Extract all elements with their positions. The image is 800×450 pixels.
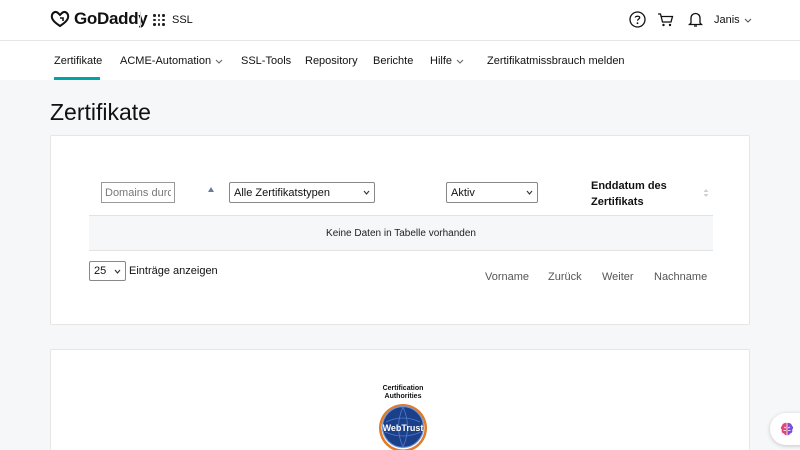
page-length-label: Einträge anzeigen (129, 265, 218, 277)
webtrust-seal-icon: WebTrust (379, 404, 427, 450)
tab-label: Hilfe (430, 55, 453, 67)
webtrust-badge[interactable]: Certification Authorities WebTrust (378, 385, 428, 450)
tab-acme-automation[interactable]: ACME-Automation (120, 55, 223, 67)
main-nav: Zertifikate ACME-Automation SSL-Tools Re… (0, 41, 800, 80)
tab-hilfe[interactable]: Hilfe (430, 55, 464, 67)
product-name[interactable]: SSL (172, 14, 193, 26)
empty-message: Keine Daten in Tabelle vorhanden (326, 227, 476, 239)
end-date-column-header[interactable]: Enddatum des Zertifikats (591, 178, 677, 210)
seal-text: WebTrust (383, 423, 424, 433)
tab-zertifikate[interactable]: Zertifikate (54, 55, 102, 67)
selected-value: Aktiv (451, 186, 475, 199)
tab-label: Zertifikatmissbrauch melden (487, 55, 625, 67)
chevron-down-icon (215, 59, 223, 64)
cart-icon[interactable] (657, 12, 674, 28)
header-divider (140, 12, 141, 28)
chevron-down-icon (363, 190, 370, 195)
pager-last[interactable]: Nachname (654, 271, 707, 283)
pager-previous[interactable]: Zurück (548, 271, 582, 283)
badge-line-2: Authorities (384, 393, 422, 400)
help-icon[interactable] (629, 11, 646, 28)
badge-line-1: Certification (382, 385, 424, 392)
empty-table-row: Keine Daten in Tabelle vorhanden (89, 215, 713, 251)
user-name: Janis (714, 14, 740, 26)
bell-icon[interactable] (688, 11, 703, 28)
tab-berichte[interactable]: Berichte (373, 55, 413, 67)
tab-repository[interactable]: Repository (305, 55, 358, 67)
chevron-down-icon (456, 59, 464, 64)
brain-icon (780, 422, 794, 436)
selected-value: 25 (94, 265, 107, 277)
tab-label: Berichte (373, 55, 414, 67)
chevron-down-icon (744, 18, 752, 23)
pager-next[interactable]: Weiter (602, 271, 634, 283)
top-bar: GoDaddy SSL Janis (0, 0, 800, 41)
godaddy-logo-icon (50, 10, 70, 28)
trust-badge-card: Certification Authorities WebTrust (50, 349, 750, 450)
active-tab-indicator (54, 77, 100, 80)
tab-ssl-tools[interactable]: SSL-Tools (241, 55, 291, 67)
certificates-card: Alle Zertifikatstypen Aktiv Enddatum des… (50, 135, 750, 325)
selected-value: Alle Zertifikatstypen (234, 186, 330, 199)
page-length-select[interactable]: 25 (89, 261, 126, 281)
godaddy-logo[interactable]: GoDaddy (50, 9, 148, 29)
page-title: Zertifikate (50, 99, 151, 125)
apps-grid-icon[interactable] (153, 14, 165, 26)
assistant-button[interactable] (770, 413, 800, 445)
sort-ascending-icon[interactable] (208, 187, 214, 192)
chevron-down-icon (114, 269, 121, 274)
tab-label: SSL-Tools (241, 55, 292, 67)
tab-label: ACME-Automation (120, 55, 212, 67)
tab-label: Zertifikate (54, 55, 103, 67)
chevron-down-icon (526, 190, 533, 195)
sort-both-icon[interactable] (703, 188, 709, 198)
pager-first[interactable]: Vorname (485, 271, 529, 283)
brand-name: GoDaddy (74, 9, 148, 28)
tab-label: Repository (305, 55, 358, 67)
domain-search-input[interactable] (101, 182, 175, 203)
certificate-type-select[interactable]: Alle Zertifikatstypen (229, 182, 375, 203)
status-select[interactable]: Aktiv (446, 182, 538, 203)
tab-report-abuse[interactable]: Zertifikatmissbrauch melden (487, 55, 625, 67)
user-menu[interactable]: Janis (714, 14, 752, 26)
